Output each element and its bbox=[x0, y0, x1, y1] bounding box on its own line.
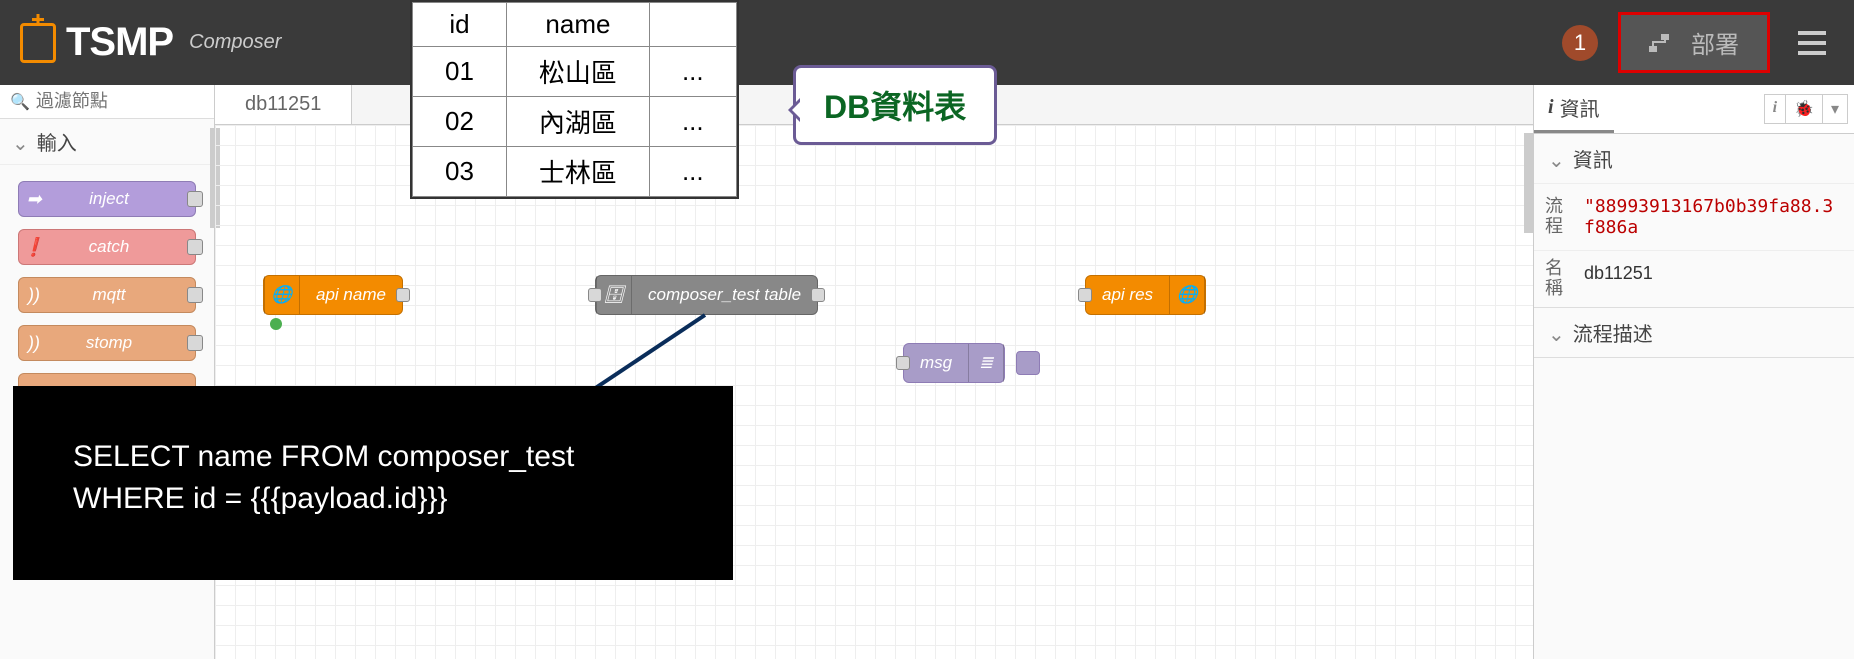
flow-name-value: db11251 bbox=[1574, 251, 1854, 307]
row-label-flow: 流程 bbox=[1534, 184, 1574, 250]
tab-info[interactable]: i 資訊 bbox=[1534, 85, 1614, 133]
node-debug-msg[interactable]: msg ≣ bbox=[903, 343, 1005, 383]
palette-node-label: stomp bbox=[49, 333, 195, 353]
sql-line: SELECT name FROM composer_test bbox=[73, 436, 673, 478]
col-header-id: id bbox=[413, 3, 507, 47]
filter-row: 🔍 bbox=[0, 85, 214, 119]
node-port-in[interactable] bbox=[1078, 288, 1092, 302]
palette-node-label: catch bbox=[49, 237, 195, 257]
node-label: msg bbox=[904, 353, 968, 373]
palette-node-partial[interactable] bbox=[18, 373, 196, 387]
sql-line: WHERE id = {{{payload.id}}} bbox=[73, 478, 673, 520]
flow-id-value: "88993913167b0b39fa88.3f886a bbox=[1574, 184, 1854, 250]
node-db[interactable]: 🗄 composer_test table bbox=[595, 275, 818, 315]
sql-annotation: SELECT name FROM composer_test WHERE id … bbox=[13, 386, 733, 580]
palette-node-stomp[interactable]: )) stomp bbox=[18, 325, 196, 361]
signal-icon: )) bbox=[19, 285, 49, 306]
tab-label: 資訊 bbox=[1560, 93, 1600, 122]
db-data-preview: id name 01 松山區 ... 02 內湖區 ... 03 士林區 ... bbox=[410, 0, 739, 199]
debug-toggle[interactable] bbox=[1016, 351, 1040, 375]
callout-db-table: DB資料表 bbox=[793, 65, 997, 145]
node-api-in[interactable]: 🌐 api name bbox=[263, 275, 403, 315]
section-info-header[interactable]: 資訊 bbox=[1534, 134, 1854, 183]
info-icon: i bbox=[1548, 96, 1554, 119]
menu-hamburger-icon[interactable] bbox=[1790, 23, 1834, 63]
row-label-name: 名稱 bbox=[1534, 251, 1574, 307]
status-dot-green bbox=[270, 318, 282, 330]
node-label: api name bbox=[300, 285, 402, 305]
scrollbar-thumb[interactable] bbox=[1524, 133, 1534, 233]
brand-text: TSMP bbox=[66, 20, 173, 65]
brand-logo: TSMP Composer bbox=[20, 20, 281, 65]
logo-icon bbox=[20, 23, 56, 63]
deploy-button[interactable]: 部署 bbox=[1618, 12, 1770, 73]
node-port-out[interactable] bbox=[396, 288, 410, 302]
palette-category-input[interactable]: 輸入 bbox=[0, 119, 214, 165]
table-row: 03 士林區 ... bbox=[413, 147, 737, 197]
exclaim-icon: ❗ bbox=[19, 237, 49, 258]
palette-node-inject[interactable]: ➡ inject bbox=[18, 181, 196, 217]
palette-node-label: mqtt bbox=[49, 285, 195, 305]
node-api-out[interactable]: api res 🌐 bbox=[1085, 275, 1206, 315]
mini-info-icon[interactable]: i bbox=[1765, 95, 1785, 123]
node-label: composer_test table bbox=[632, 285, 817, 305]
node-port-out[interactable] bbox=[811, 288, 825, 302]
palette-node-label: inject bbox=[49, 189, 195, 209]
table-row: 02 內湖區 ... bbox=[413, 97, 737, 147]
arrow-right-icon: ➡ bbox=[19, 189, 49, 210]
node-label: api res bbox=[1086, 285, 1169, 305]
info-sidebar: i 資訊 i 🐞 ▾ 資訊 流程 "88993913167b0b39fa88.3… bbox=[1534, 85, 1854, 659]
mini-debug-icon[interactable]: 🐞 bbox=[1785, 95, 1822, 123]
section-desc-header[interactable]: 流程描述 bbox=[1534, 308, 1854, 357]
node-port-in[interactable] bbox=[588, 288, 602, 302]
col-header-name: name bbox=[506, 3, 649, 47]
tab-db11251[interactable]: db11251 bbox=[215, 85, 352, 124]
table-row: 01 松山區 ... bbox=[413, 47, 737, 97]
globe-icon: 🌐 bbox=[1169, 276, 1205, 314]
palette-node-catch[interactable]: ❗ catch bbox=[18, 229, 196, 265]
palette-node-mqtt[interactable]: )) mqtt bbox=[18, 277, 196, 313]
brand-subtitle: Composer bbox=[189, 31, 281, 54]
signal-icon: )) bbox=[19, 333, 49, 354]
deploy-icon bbox=[1649, 32, 1677, 54]
node-port-in[interactable] bbox=[896, 356, 910, 370]
search-icon: 🔍 bbox=[10, 92, 30, 112]
mini-dropdown-icon[interactable]: ▾ bbox=[1822, 95, 1847, 123]
step-badge-1: 1 bbox=[1562, 25, 1598, 61]
info-tab-bar: i 資訊 i 🐞 ▾ bbox=[1534, 85, 1854, 134]
deploy-label: 部署 bbox=[1691, 25, 1739, 60]
globe-icon: 🌐 bbox=[264, 276, 300, 314]
list-icon: ≣ bbox=[968, 344, 1004, 382]
sidebar-mini-tabs: i 🐞 ▾ bbox=[1764, 94, 1848, 124]
